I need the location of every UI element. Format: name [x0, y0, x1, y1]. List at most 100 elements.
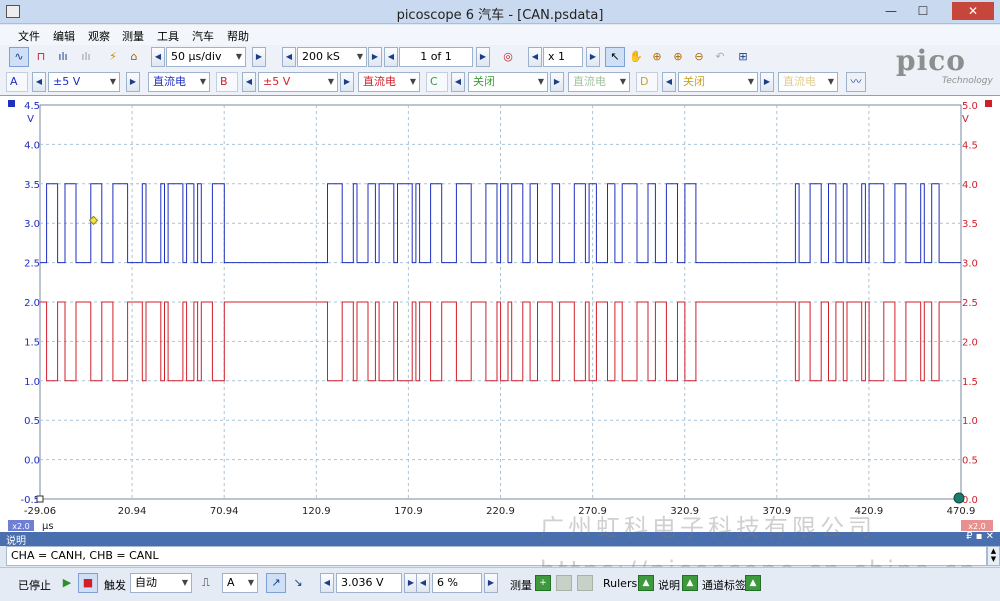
- buffer-next-button[interactable]: ▶: [476, 47, 490, 67]
- channel-b-range-select[interactable]: ±5 V ▼: [258, 72, 338, 92]
- pretrigger-next[interactable]: ▶: [484, 573, 498, 593]
- channel-b-range-next[interactable]: ▶: [340, 72, 354, 92]
- zoom-badge-left-text: x2.0: [12, 522, 29, 531]
- trigger-mode: 自动: [135, 576, 157, 589]
- zoom-area-icon[interactable]: ⊕: [647, 47, 667, 67]
- pretrigger-prev[interactable]: ◀: [416, 573, 430, 593]
- menu-view[interactable]: 观察: [88, 28, 110, 44]
- samples-select[interactable]: 200 kS ▼: [297, 47, 367, 67]
- add-measure-icon[interactable]: +: [535, 575, 551, 591]
- logo-word: pico: [896, 44, 966, 77]
- right-axis-tick: 4.5: [962, 140, 978, 151]
- menu-measure[interactable]: 测量: [122, 28, 144, 44]
- left-axis-tick: 2.0: [24, 298, 40, 309]
- notes-toggle-icon[interactable]: ▲: [682, 575, 698, 591]
- channel-a-button[interactable]: A: [6, 72, 28, 92]
- trigger-source-select[interactable]: A ▼: [222, 573, 258, 593]
- falling-edge-icon[interactable]: ↘: [288, 573, 308, 593]
- zoom-overview-icon[interactable]: ⊞: [733, 47, 753, 67]
- channel-b-range-prev[interactable]: ◀: [242, 72, 256, 92]
- trigger-source: A: [227, 576, 235, 589]
- timebase-select[interactable]: 50 µs/div ▼: [166, 47, 246, 67]
- trigger-level-prev[interactable]: ◀: [320, 573, 334, 593]
- right-axis-tick: 1.0: [962, 416, 978, 427]
- persistence-mode-icon[interactable]: ⊓: [31, 47, 51, 67]
- maximize-button[interactable]: ☐: [910, 2, 936, 20]
- minimize-button[interactable]: —: [878, 2, 904, 20]
- hand-tool-icon[interactable]: ✋: [626, 47, 646, 67]
- channel-d-range-next[interactable]: ▶: [760, 72, 774, 92]
- timebase-prev-button[interactable]: ◀: [151, 47, 165, 67]
- stop-icon[interactable]: ■: [78, 573, 98, 593]
- trigger-level-field[interactable]: 3.036 V: [336, 573, 402, 593]
- channel-b-coupling-select[interactable]: 直流电 ▼: [358, 72, 420, 92]
- channel-b-axis-marker: [985, 100, 992, 107]
- home-icon[interactable]: ⌂: [124, 47, 144, 67]
- scope-graph[interactable]: V4.54.03.53.02.52.01.51.00.50.0-0.5 V5.0…: [0, 96, 1000, 533]
- delete-measure-icon[interactable]: [577, 575, 593, 591]
- x-axis-tick: 20.94: [118, 506, 147, 517]
- spectrum-alt-icon[interactable]: ılı: [76, 47, 96, 67]
- samples-prev-button[interactable]: ◀: [282, 47, 296, 67]
- chevron-down-icon: ▼: [235, 52, 242, 61]
- buffer-prev-button[interactable]: ◀: [384, 47, 398, 67]
- left-axis-tick: 0.0: [24, 456, 40, 467]
- scope-view[interactable]: V 4.5 4.0 3.5 3.0 2.5 2.0 1.5 1.0 0.5 0.0 -0.5 V 5.0…: [0, 95, 1000, 532]
- zoom-prev-button[interactable]: ◀: [528, 47, 542, 67]
- samples-next-button[interactable]: ▶: [368, 47, 382, 67]
- channel-a-range-prev[interactable]: ◀: [32, 72, 46, 92]
- chevron-down-icon: ▼: [747, 77, 754, 86]
- channel-a-range-select[interactable]: ±5 V ▼: [48, 72, 120, 92]
- rising-edge-icon[interactable]: ↗: [266, 573, 286, 593]
- channel-a-range-next[interactable]: ▶: [126, 72, 140, 92]
- channel-labels-toggle-icon[interactable]: ▲: [745, 575, 761, 591]
- start-icon[interactable]: ▶: [57, 573, 77, 593]
- notes-scrollbar[interactable]: ▲ ▼: [987, 546, 1000, 566]
- channel-c-range-next[interactable]: ▶: [550, 72, 564, 92]
- channel-d-range-prev[interactable]: ◀: [662, 72, 676, 92]
- channel-d-coupling-select[interactable]: 直流电 ▼: [778, 72, 838, 92]
- menu-auto[interactable]: 汽车: [192, 28, 214, 44]
- channel-d-button[interactable]: D: [636, 72, 658, 92]
- measure-label: 测量: [510, 579, 532, 592]
- buffer-field[interactable]: 1 of 1: [399, 47, 473, 67]
- right-axis: V 5.0 4.5 4.0 3.5 3.0 2.5 2.0 1.5 1.0 0.5 0.0: [962, 100, 992, 506]
- trigger-mode-select[interactable]: 自动 ▼: [130, 573, 192, 593]
- edit-measure-icon[interactable]: [556, 575, 572, 591]
- spectrum-mode-icon[interactable]: ılı: [53, 47, 73, 67]
- channel-c-coupling-select[interactable]: 直流电 ▼: [568, 72, 630, 92]
- menu-edit[interactable]: 编辑: [53, 28, 75, 44]
- zoom-next-button[interactable]: ▶: [586, 47, 600, 67]
- advanced-trigger-icon[interactable]: ⎍: [196, 573, 216, 593]
- buffer-navigator-icon[interactable]: ◎: [498, 47, 518, 67]
- channel-d-range-select[interactable]: 关闭 ▼: [678, 72, 758, 92]
- channel-b-coupling: 直流电: [363, 75, 396, 88]
- scope-mode-icon[interactable]: ∿: [9, 47, 29, 67]
- close-button[interactable]: ✕: [952, 2, 994, 20]
- channel-c-range-select[interactable]: 关闭 ▼: [468, 72, 548, 92]
- menu-file[interactable]: 文件: [18, 28, 40, 44]
- undo-zoom-icon[interactable]: ↶: [710, 47, 730, 67]
- channel-b-button[interactable]: B: [216, 72, 238, 92]
- right-axis-tick: 3.0: [962, 259, 978, 270]
- pointer-tool-icon[interactable]: ↖: [605, 47, 625, 67]
- channel-c-range-prev[interactable]: ◀: [451, 72, 465, 92]
- zoom-badge-right-text: x2.0: [968, 522, 985, 531]
- rulers-toggle-icon[interactable]: ▲: [638, 575, 654, 591]
- notes-controls[interactable]: ₽ ▪ ✕: [966, 531, 994, 542]
- zoom-field[interactable]: x 1: [543, 47, 583, 67]
- pretrigger-field[interactable]: 6 %: [432, 573, 482, 593]
- menu-tools[interactable]: 工具: [157, 28, 179, 44]
- timebase-next-button[interactable]: ▶: [252, 47, 266, 67]
- menu-help[interactable]: 帮助: [227, 28, 249, 44]
- zoom-out-icon[interactable]: ⊖: [689, 47, 709, 67]
- channel-d-coupling: 直流电: [783, 75, 816, 88]
- channel-a-range: ±5 V: [53, 75, 81, 88]
- channel-b-letter: B: [220, 75, 228, 88]
- auto-setup-icon[interactable]: ⚡: [103, 47, 123, 67]
- channel-a-coupling-select[interactable]: 直流电 ▼: [148, 72, 210, 92]
- right-axis-tick: 3.5: [962, 219, 978, 230]
- channel-c-button[interactable]: C: [426, 72, 448, 92]
- math-channels-icon[interactable]: 〰: [846, 72, 866, 92]
- zoom-in-icon[interactable]: ⊕: [668, 47, 688, 67]
